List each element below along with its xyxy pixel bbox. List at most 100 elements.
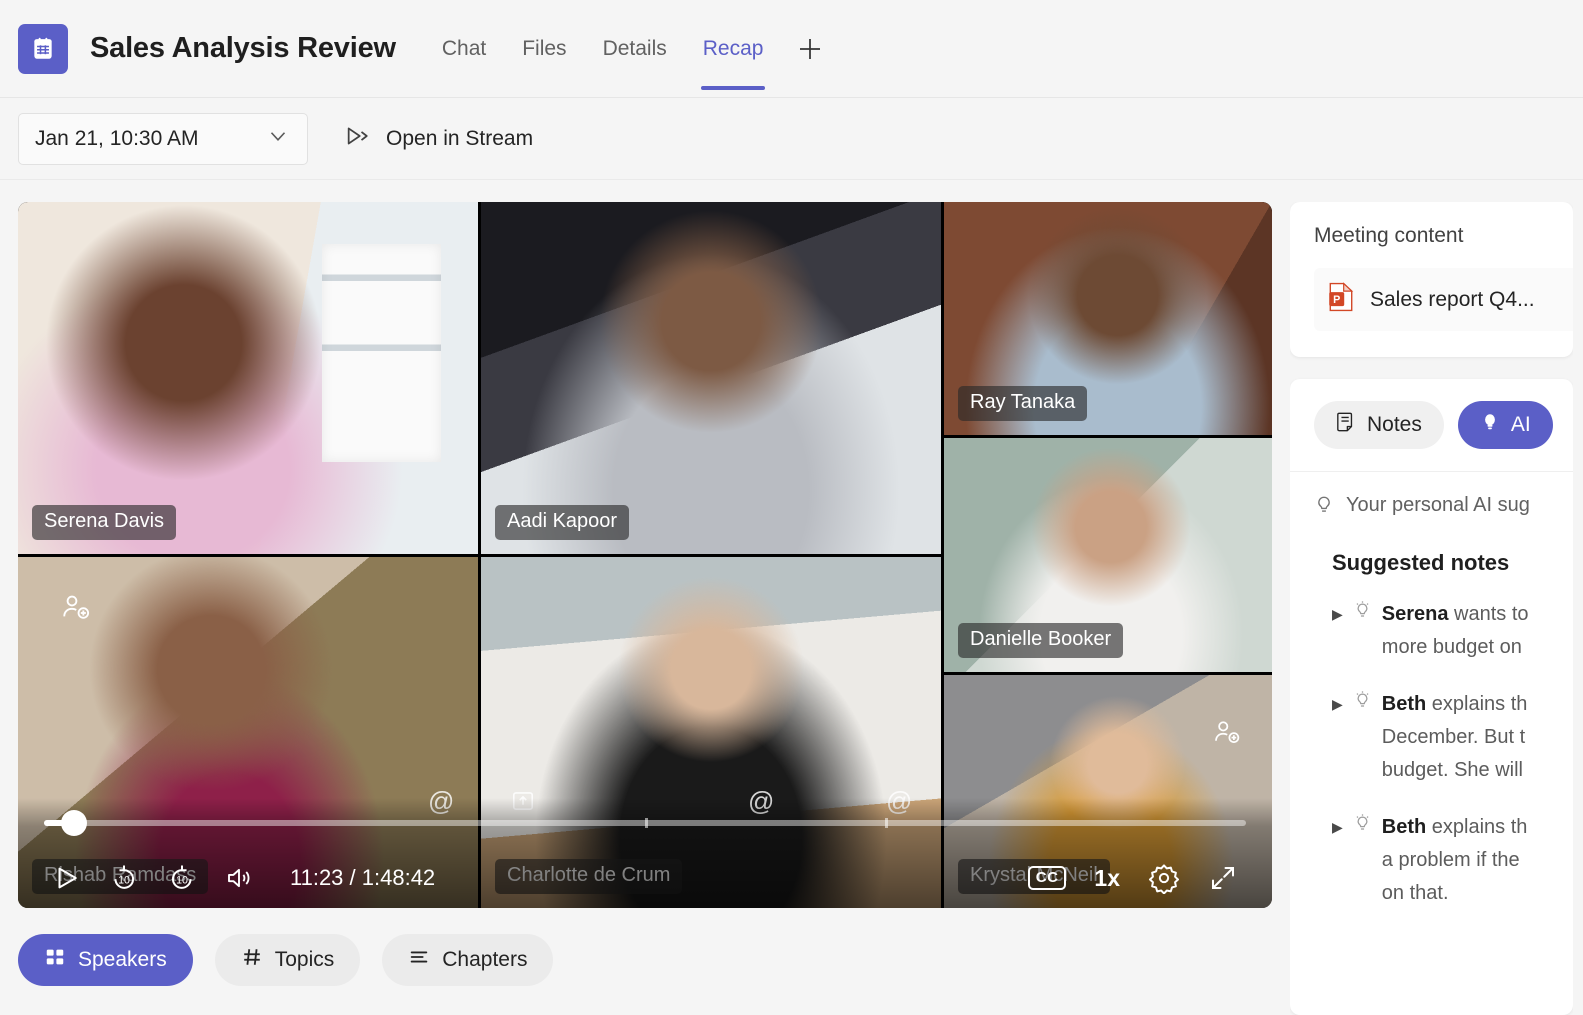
- note-line: budget. She will: [1381, 759, 1523, 781]
- tab-recap[interactable]: Recap: [685, 0, 782, 98]
- pill-topics[interactable]: Topics: [214, 934, 361, 986]
- notes-ai-toggle-group: Notes AI: [1290, 379, 1573, 472]
- note-text: Serena wants to more budget on: [1382, 598, 1529, 664]
- ai-notes-card: Notes AI Your personal AI sug Suggested …: [1290, 379, 1573, 1015]
- app-header: Sales Analysis Review Chat Files Details…: [0, 0, 1583, 98]
- tab-details[interactable]: Details: [585, 0, 685, 98]
- add-tab-icon[interactable]: [787, 0, 833, 98]
- note-body: wants to: [1448, 603, 1529, 625]
- ai-hint-row: Your personal AI sug: [1290, 472, 1573, 542]
- participant-name: Serena Davis: [32, 504, 177, 540]
- player-controls-left: 10 10 11:23 / 1:48:42: [52, 862, 435, 894]
- recap-video-area: Serena Davis Aadi Kapoor Ray Tanaka Dani…: [18, 202, 1272, 1015]
- note-text: Beth explains th December. But t budget.…: [1382, 688, 1528, 787]
- play-icon[interactable]: [52, 863, 82, 893]
- svg-text:P: P: [1333, 294, 1340, 306]
- participant-tile-ray-tanaka[interactable]: Ray Tanaka: [944, 202, 1272, 436]
- toggle-notes[interactable]: Notes: [1314, 401, 1444, 449]
- list-lines-icon: [408, 946, 430, 974]
- lightbulb-icon: [1480, 411, 1500, 439]
- rewind-10-icon[interactable]: 10: [108, 862, 140, 894]
- notes-icon: [1336, 411, 1356, 439]
- ai-hint-text: Your personal AI sug: [1346, 494, 1530, 516]
- suggested-notes-list: Suggested notes ▶ Serena wants to more b…: [1290, 542, 1573, 934]
- note-line: on that.: [1381, 882, 1449, 904]
- recap-toolbar: Jan 21, 10:30 AM Open in Stream: [0, 98, 1583, 180]
- tab-bar: Chat Files Details Recap: [424, 0, 834, 98]
- list-item[interactable]: ▶ Beth explains th a problem if the on t…: [1332, 811, 1573, 910]
- pill-label: Chapters: [442, 948, 528, 971]
- add-person-icon[interactable]: [60, 591, 92, 628]
- seek-chapter-tick: [885, 818, 889, 828]
- playback-time: 11:23 / 1:48:42: [290, 865, 436, 890]
- speakers-grid-icon: [44, 946, 66, 974]
- note-line: more budget on: [1381, 636, 1522, 658]
- meeting-date-value: Jan 21, 10:30 AM: [35, 126, 199, 150]
- file-name: Sales report Q4...: [1370, 287, 1535, 311]
- page-title: Sales Analysis Review: [90, 32, 396, 64]
- toggle-label: AI: [1510, 413, 1531, 436]
- seek-bar[interactable]: [44, 810, 1246, 836]
- note-text: Beth explains th a problem if the on tha…: [1382, 811, 1528, 910]
- pill-chapters[interactable]: Chapters: [382, 934, 554, 986]
- add-person-icon[interactable]: [1212, 717, 1242, 752]
- forward-10-icon[interactable]: 10: [166, 862, 198, 894]
- expand-caret-icon[interactable]: ▶: [1332, 819, 1343, 910]
- seek-handle[interactable]: [61, 810, 88, 836]
- teams-meeting-icon: [18, 23, 68, 74]
- tab-files[interactable]: Files: [504, 0, 584, 98]
- lightbulb-icon: [1314, 494, 1334, 524]
- note-line: December. But t: [1381, 726, 1526, 748]
- note-speaker: Serena: [1381, 603, 1449, 625]
- hash-icon: [241, 946, 263, 974]
- lightbulb-icon: [1353, 690, 1372, 787]
- note-body: explains th: [1426, 816, 1528, 838]
- open-in-stream-label: Open in Stream: [386, 126, 534, 150]
- expand-caret-icon[interactable]: ▶: [1332, 696, 1343, 787]
- toggle-label: Notes: [1367, 413, 1422, 436]
- suggested-notes-heading: Suggested notes: [1332, 550, 1510, 575]
- main-content: Serena Davis Aadi Kapoor Ray Tanaka Dani…: [0, 180, 1583, 1015]
- participant-tile-danielle-booker[interactable]: Danielle Booker: [944, 438, 1272, 672]
- participant-name: Ray Tanaka: [958, 386, 1088, 422]
- gear-icon[interactable]: [1148, 862, 1180, 894]
- fullscreen-icon[interactable]: [1208, 863, 1238, 893]
- participant-tile-serena-davis[interactable]: Serena Davis: [18, 202, 478, 554]
- seek-chapter-tick: [645, 818, 648, 828]
- player-controls: 10 10 11:23 / 1:48:42 CC 1x: [18, 798, 1272, 908]
- tab-chat[interactable]: Chat: [424, 0, 504, 98]
- note-body: explains th: [1426, 693, 1528, 715]
- note-speaker: Beth: [1381, 816, 1427, 838]
- meeting-content-title: Meeting content: [1314, 224, 1464, 247]
- video-player[interactable]: Serena Davis Aadi Kapoor Ray Tanaka Dani…: [18, 202, 1272, 908]
- meeting-content-file[interactable]: P Sales report Q4...: [1314, 268, 1573, 331]
- pill-speakers[interactable]: Speakers: [18, 934, 193, 986]
- participant-tile-aadi-kapoor[interactable]: Aadi Kapoor: [481, 202, 941, 554]
- list-item[interactable]: ▶ Beth explains th December. But t budge…: [1332, 688, 1573, 787]
- meeting-date-select[interactable]: Jan 21, 10:30 AM: [18, 112, 308, 165]
- open-in-stream-button[interactable]: Open in Stream: [344, 122, 533, 155]
- chevron-down-icon: [265, 123, 291, 154]
- svg-text:10: 10: [118, 874, 130, 886]
- captions-icon[interactable]: CC: [1027, 865, 1067, 891]
- list-item[interactable]: ▶ Serena wants to more budget on: [1332, 598, 1573, 664]
- lightbulb-icon: [1353, 600, 1372, 664]
- participant-name: Danielle Booker: [958, 622, 1124, 658]
- playback-speed-button[interactable]: 1x: [1094, 865, 1120, 892]
- lightbulb-icon: [1353, 813, 1372, 910]
- svg-text:10: 10: [176, 874, 188, 886]
- note-speaker: Beth: [1381, 693, 1427, 715]
- toggle-ai[interactable]: AI: [1457, 401, 1553, 449]
- player-controls-right: CC 1x: [1027, 862, 1238, 894]
- pill-label: Speakers: [78, 948, 167, 971]
- expand-caret-icon[interactable]: ▶: [1332, 606, 1343, 664]
- participant-name: Aadi Kapoor: [495, 504, 630, 540]
- volume-icon[interactable]: [224, 863, 254, 893]
- pill-label: Topics: [274, 948, 335, 971]
- note-line: a problem if the: [1381, 849, 1520, 871]
- meeting-content-card: Meeting content P Sales report Q4...: [1290, 202, 1573, 357]
- stream-play-icon: [344, 122, 372, 155]
- powerpoint-icon: P: [1328, 282, 1354, 317]
- view-mode-pills: Speakers Topics Chapters: [18, 934, 1272, 986]
- recap-side-panel: Meeting content P Sales report Q4... Not…: [1290, 202, 1573, 1015]
